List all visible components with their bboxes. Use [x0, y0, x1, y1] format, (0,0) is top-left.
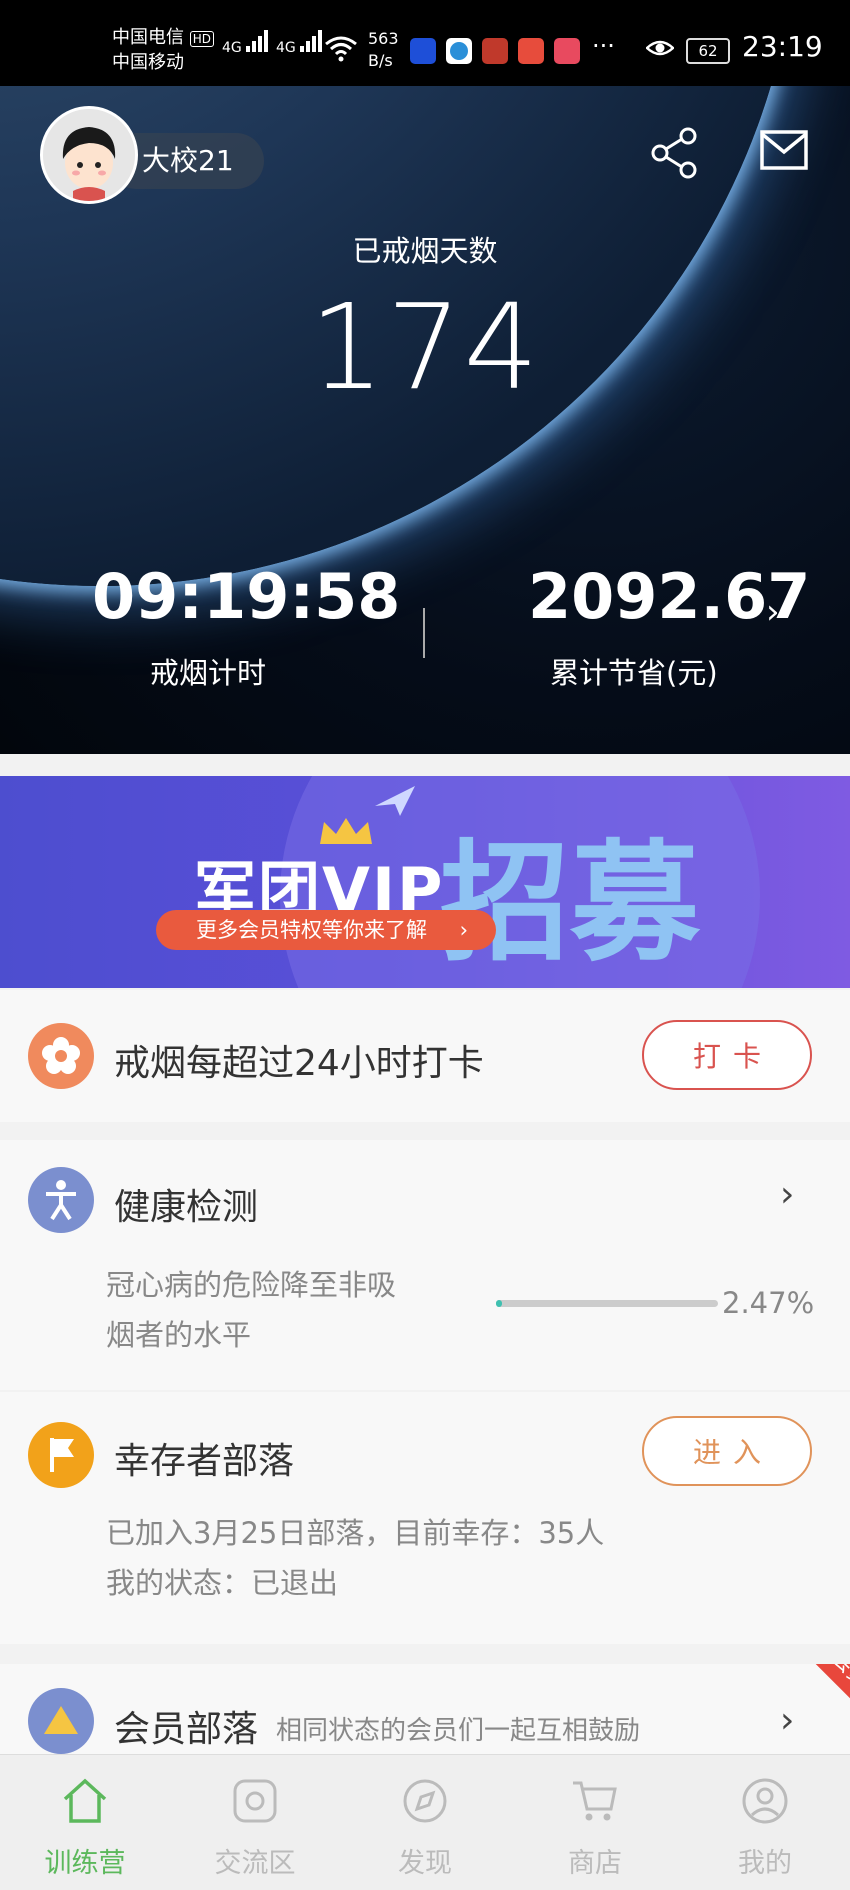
- quit-timer: 09:19:58: [92, 560, 401, 633]
- hd-badge: HD: [189, 31, 214, 47]
- nav-item-shop[interactable]: 商店: [510, 1755, 680, 1890]
- mail-icon[interactable]: [760, 130, 808, 170]
- wifi-icon: [324, 34, 358, 66]
- signal-2-icon: 4G: [276, 30, 326, 56]
- nav-item-training[interactable]: 训练营: [0, 1755, 170, 1890]
- member-tribe-subtitle: 相同状态的会员们一起互相鼓励: [276, 1716, 641, 1746]
- nav-item-discover[interactable]: 发现: [340, 1755, 510, 1890]
- triangle-icon: [28, 1688, 94, 1754]
- net-type-1: 4G: [222, 40, 242, 56]
- nav-item-community[interactable]: 交流区: [170, 1755, 340, 1890]
- book-notify-icon: [518, 38, 544, 64]
- bottom-nav: 训练营 交流区 发现 商店 我的: [0, 1754, 850, 1890]
- banner-recruit-text: 招募: [440, 826, 701, 979]
- carrier-1: 中国电信: [112, 27, 184, 48]
- nav-label-shop: 商店: [568, 1848, 622, 1879]
- chevron-right-icon[interactable]: ›: [766, 592, 780, 632]
- stats-divider: [423, 608, 425, 658]
- health-desc: 冠心病的危险降至非吸 烟者的水平: [106, 1260, 396, 1360]
- eye-icon: [645, 36, 675, 60]
- member-tribe-card[interactable]: 会员部落 相同状态的会员们一起互相鼓励 › 会员: [0, 1664, 850, 1754]
- nav-label-me: 我的: [738, 1848, 792, 1879]
- health-progress-bar: [496, 1300, 718, 1307]
- health-desc-line2: 烟者的水平: [106, 1318, 252, 1352]
- nav-label-discover: 发现: [398, 1848, 452, 1879]
- huawei-notify-icon: [554, 38, 580, 64]
- share-icon[interactable]: [648, 126, 702, 180]
- vip-banner[interactable]: 招募 军团VIP 更多会员特权等你来了解 ›: [0, 776, 850, 988]
- nav-item-me[interactable]: 我的: [680, 1755, 850, 1890]
- compass-icon: [401, 1777, 449, 1825]
- signal-1-icon: 4G: [222, 30, 272, 56]
- banner-cta[interactable]: 更多会员特权等你来了解 ›: [156, 910, 496, 950]
- health-progress-text: 2.47%: [722, 1286, 815, 1320]
- speed-unit: B/s: [368, 51, 393, 70]
- member-tribe-title: 会员部落: [114, 1709, 259, 1750]
- flag-icon: [28, 1422, 94, 1488]
- checkin-button[interactable]: 打卡: [642, 1020, 812, 1090]
- browser-notify-icon: [446, 38, 472, 64]
- battery-indicator: 62: [686, 38, 730, 64]
- cart-icon: [571, 1777, 619, 1825]
- person-icon: [28, 1167, 94, 1233]
- nav-label-community: 交流区: [214, 1848, 296, 1879]
- status-bar: 中国电信 HD 中国移动 4G 4G 563 B/s ··· 62 23:19: [0, 0, 850, 86]
- app-notify-icon: [410, 38, 436, 64]
- camera-icon: [231, 1777, 279, 1825]
- lotus-notify-icon: [482, 38, 508, 64]
- tribe-info: 已加入3月25日部落，目前幸存：35人 我的状态：已退出: [106, 1508, 604, 1608]
- tribe-info-line2: 我的状态：已退出: [106, 1566, 339, 1600]
- speed-value: 563: [368, 29, 399, 48]
- quit-days-count: 174: [309, 278, 541, 416]
- network-speed: 563 B/s: [368, 28, 399, 72]
- net-type-2: 4G: [276, 40, 296, 56]
- checkin-card: 戒烟每超过24小时打卡 打卡: [0, 990, 850, 1122]
- health-card[interactable]: 健康检测 › 冠心病的危险降至非吸 烟者的水平 2.47%: [0, 1140, 850, 1390]
- avatar[interactable]: [40, 106, 138, 204]
- user-icon: [741, 1777, 789, 1825]
- banner-cta-label: 更多会员特权等你来了解: [196, 918, 427, 942]
- plane-icon: [370, 776, 420, 830]
- enter-tribe-button[interactable]: 进入: [642, 1416, 812, 1486]
- money-saved-label: 累计节省(元): [550, 656, 718, 690]
- more-notify-icon: ···: [592, 32, 615, 60]
- tribe-info-line1: 已加入3月25日部落，目前幸存：35人: [106, 1516, 605, 1550]
- carrier-2: 中国移动: [112, 52, 184, 73]
- clock: 23:19: [742, 30, 823, 63]
- tribe-card: 幸存者部落 进入 已加入3月25日部落，目前幸存：35人 我的状态：已退出: [0, 1392, 850, 1644]
- quit-days-label: 已戒烟天数: [352, 234, 498, 268]
- chevron-right-icon: ›: [459, 918, 468, 942]
- nav-label-training: 训练营: [44, 1848, 126, 1879]
- checkin-title: 戒烟每超过24小时打卡: [114, 1043, 484, 1084]
- quit-timer-label: 戒烟计时: [150, 656, 267, 690]
- health-desc-line1: 冠心病的危险降至非吸: [106, 1268, 397, 1302]
- tribe-title: 幸存者部落: [114, 1441, 295, 1482]
- carrier-info: 中国电信 HD 中国移动: [112, 26, 214, 75]
- chevron-right-icon[interactable]: ›: [780, 1700, 794, 1741]
- chevron-right-icon[interactable]: ›: [780, 1174, 794, 1215]
- home-icon: [61, 1777, 109, 1825]
- health-title: 健康检测: [114, 1187, 259, 1228]
- health-progress-fill: [496, 1300, 502, 1307]
- flower-icon: [28, 1023, 94, 1089]
